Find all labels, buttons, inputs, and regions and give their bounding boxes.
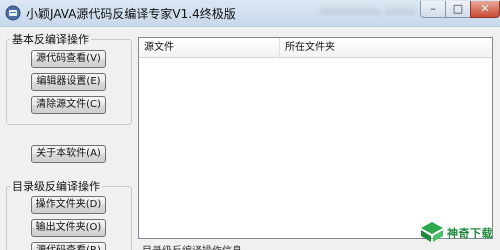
- watermark-text: 神奇下载: [447, 227, 493, 240]
- dir-view-source-button[interactable]: 源代码查看(R): [31, 242, 106, 250]
- blurred-area: [320, 8, 380, 16]
- title-bar[interactable]: 小颖JAVA源代码反编译专家V1.4终极版 – □ ✕: [0, 0, 500, 27]
- app-icon: [5, 5, 21, 21]
- clear-source-button[interactable]: 清除源文件(C): [31, 96, 106, 114]
- dir-group-label: 目录级反编译操作: [10, 178, 102, 194]
- app-window: 小颖JAVA源代码反编译专家V1.4终极版 – □ ✕ 基本反编译操作 源代码查…: [0, 0, 500, 250]
- file-list-table[interactable]: 源文件 所在文件夹: [138, 37, 493, 239]
- close-button[interactable]: ✕: [470, 1, 500, 18]
- view-source-button[interactable]: 源代码查看(V): [31, 50, 106, 68]
- operate-folder-button[interactable]: 操作文件夹(D): [31, 196, 106, 214]
- minimize-button[interactable]: –: [420, 1, 446, 18]
- bottom-status-text: 目录级反编译操作信息: [142, 242, 242, 250]
- watermark-logo-icon: [421, 222, 443, 242]
- maximize-button[interactable]: □: [445, 1, 471, 18]
- table-header: 源文件 所在文件夹: [139, 38, 492, 58]
- window-title: 小颖JAVA源代码反编译专家V1.4终极版: [26, 7, 236, 21]
- about-button[interactable]: 关于本软件(A): [31, 145, 106, 163]
- output-folder-button[interactable]: 输出文件夹(O): [31, 219, 106, 237]
- editor-settings-button[interactable]: 编辑器设置(E): [31, 73, 106, 91]
- column-header-folder[interactable]: 所在文件夹: [280, 38, 480, 57]
- watermark: 神奇下载: [420, 218, 498, 246]
- column-header-source-file[interactable]: 源文件: [139, 38, 279, 57]
- basic-group-label: 基本反编译操作: [10, 31, 91, 47]
- blurred-area: [385, 8, 415, 16]
